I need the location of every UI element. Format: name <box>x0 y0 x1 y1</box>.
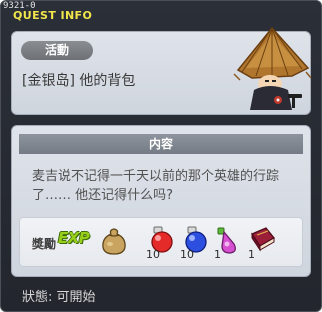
reward-strip: 獎勵 EXP 10 10 1 1 <box>19 217 303 267</box>
quest-info-window: 9321-0 QUEST INFO 活動 [金银岛] 他的背包 内容 麦吉说不记… <box>0 0 322 312</box>
reward-item-meso-bag[interactable] <box>98 224 130 260</box>
reward-item-elixir[interactable]: 1 <box>212 224 244 261</box>
reward-count: 10 <box>180 248 194 261</box>
reward-item-red-potion[interactable]: 10 <box>144 224 176 261</box>
meso-bag-icon <box>102 228 126 255</box>
reward-item-blue-potion[interactable]: 10 <box>178 224 210 261</box>
reward-count: 1 <box>248 248 255 261</box>
quest-description: 麦吉说不记得一千天以前的那个英雄的行踪了…… 他还记得什么吗? <box>32 169 280 203</box>
exp-reward-icon: EXP <box>58 229 90 247</box>
reward-label: 獎勵 <box>32 237 57 251</box>
quest-category-badge: 活動 <box>21 41 93 60</box>
reward-item-book[interactable]: 1 <box>246 224 278 261</box>
content-header: 内容 <box>19 134 303 154</box>
reward-count: 10 <box>146 248 160 261</box>
quest-status: 狀態: 可開始 <box>22 290 96 305</box>
quest-name: [金银岛] 他的背包 <box>22 73 136 89</box>
window-title: QUEST INFO <box>13 9 93 22</box>
quest-content-panel: 内容 麦吉说不记得一千天以前的那个英雄的行踪了…… 他还记得什么吗? 獎勵 EX… <box>11 125 311 277</box>
reward-count: 1 <box>214 248 221 261</box>
npc-portrait-icon <box>233 26 312 110</box>
quest-summary-panel: 活動 [金银岛] 他的背包 <box>11 26 312 115</box>
